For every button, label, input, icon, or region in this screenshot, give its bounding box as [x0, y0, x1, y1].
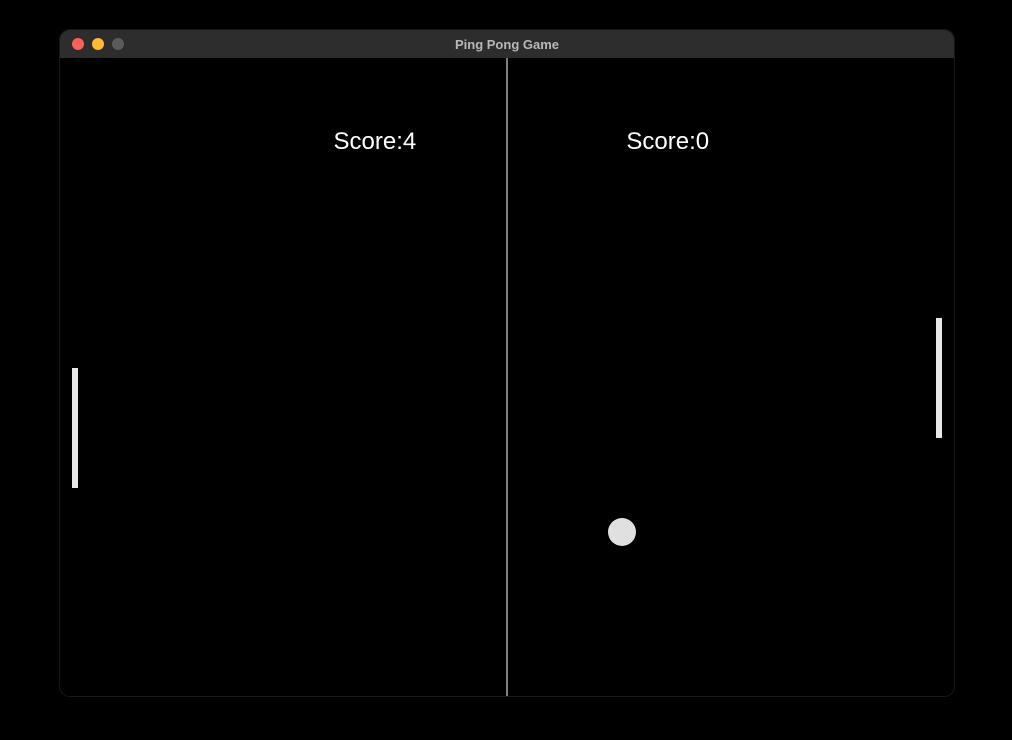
center-divider	[507, 58, 508, 696]
score-value-right: 0	[696, 128, 709, 155]
minimize-icon[interactable]	[92, 38, 104, 50]
maximize-icon[interactable]	[112, 38, 124, 50]
window-controls	[60, 38, 124, 50]
score-label-left: Score:	[334, 128, 403, 155]
score-value-left: 4	[403, 128, 416, 155]
paddle-right[interactable]	[936, 318, 942, 438]
window-title: Ping Pong Game	[60, 37, 954, 52]
close-icon[interactable]	[72, 38, 84, 50]
ball	[608, 518, 636, 546]
score-left: Score:4	[334, 128, 417, 156]
game-area[interactable]: Score:4 Score:0	[60, 58, 954, 696]
paddle-left[interactable]	[72, 368, 78, 488]
score-label-right: Score:	[626, 128, 695, 155]
game-window: Ping Pong Game Score:4 Score:0	[60, 30, 954, 696]
titlebar: Ping Pong Game	[60, 30, 954, 58]
score-right: Score:0	[626, 128, 709, 156]
